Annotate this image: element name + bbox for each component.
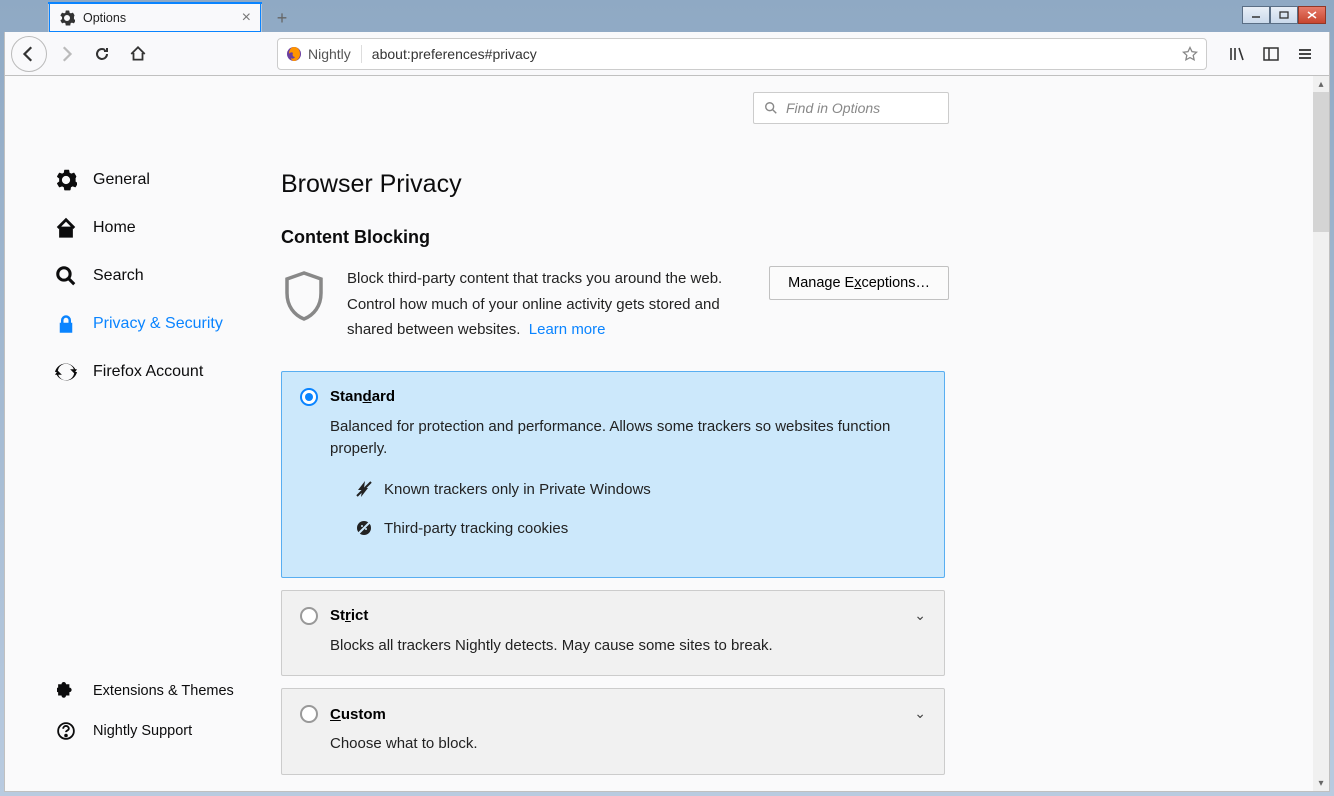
preferences-sidebar: General Home Search Privacy & Security F… [5,76,253,791]
option-strict[interactable]: ⌄ Strict Blocks all trackers Nightly det… [281,590,945,677]
option-subtitle: Blocks all trackers Nightly detects. May… [330,635,922,658]
option-subtitle: Balanced for protection and performance.… [330,416,922,461]
sidebar-item-label: Firefox Account [93,363,203,381]
page-title: Browser Privacy [281,170,1329,199]
help-icon [55,720,77,742]
separator [361,45,362,63]
library-icon[interactable] [1229,46,1245,62]
sidebar-item-general[interactable]: General [55,156,253,204]
search-options-input[interactable]: Find in Options [753,92,949,124]
scroll-down-arrow[interactable]: ▾ [1313,775,1329,791]
radio-standard[interactable] [300,388,318,406]
sidebar-item-label: Privacy & Security [93,315,223,333]
learn-more-link[interactable]: Learn more [529,321,606,338]
reload-button[interactable] [85,37,119,71]
search-icon [55,265,77,287]
sidebar-item-account[interactable]: Firefox Account [55,348,253,396]
sidebar-item-label: Home [93,219,136,237]
option-standard[interactable]: Standard Balanced for protection and per… [281,371,945,578]
identity-box[interactable]: Nightly [286,46,361,62]
sidebar-item-privacy[interactable]: Privacy & Security [55,300,253,348]
lock-icon [55,313,77,335]
option-title: Custom [330,706,386,723]
forward-button[interactable] [49,37,83,71]
cookie-icon [356,520,372,536]
sidebar-icon[interactable] [1263,46,1279,62]
content-area: General Home Search Privacy & Security F… [4,76,1330,792]
sidebar-item-support[interactable]: Nightly Support [55,711,253,751]
tab-strip: Options × + [0,0,1334,32]
chevron-down-icon[interactable]: ⌄ [914,607,926,624]
sidebar-item-label: Nightly Support [93,723,192,739]
close-icon[interactable]: × [242,9,251,27]
option-title: Strict [330,607,368,624]
sidebar-item-search[interactable]: Search [55,252,253,300]
section-heading: Content Blocking [281,227,1329,248]
sidebar-item-home[interactable]: Home [55,204,253,252]
scrollbar-thumb[interactable] [1313,92,1329,232]
sidebar-item-label: General [93,171,150,189]
bookmark-star-icon[interactable] [1182,46,1198,62]
shield-icon [281,270,327,322]
puzzle-icon [55,680,77,702]
gear-icon [59,10,75,26]
bullet-cookies: Third-party tracking cookies [356,520,922,537]
option-custom[interactable]: ⌄ Custom Choose what to block. [281,688,945,775]
option-subtitle: Choose what to block. [330,733,922,756]
search-placeholder: Find in Options [786,100,880,116]
radio-strict[interactable] [300,607,318,625]
sync-icon [55,361,77,383]
home-icon [55,217,77,239]
chevron-down-icon[interactable]: ⌄ [914,705,926,722]
firefox-icon [286,46,302,62]
url-text: about:preferences#privacy [372,46,537,62]
flash-icon [356,481,372,497]
scroll-up-arrow[interactable]: ▴ [1313,76,1329,92]
vertical-scrollbar[interactable]: ▴ ▾ [1313,76,1329,791]
gear-icon [55,169,77,191]
sidebar-item-extensions[interactable]: Extensions & Themes [55,671,253,711]
toolbar-right [1219,46,1323,62]
section-description: Block third-party content that tracks yo… [347,266,747,343]
sidebar-item-label: Extensions & Themes [93,683,234,699]
toolbar: Nightly about:preferences#privacy [4,32,1330,76]
tab-label: Options [83,11,126,25]
sidebar-item-label: Search [93,267,144,285]
new-tab-button[interactable]: + [268,4,296,32]
radio-custom[interactable] [300,705,318,723]
back-button[interactable] [11,36,47,72]
home-button[interactable] [121,37,155,71]
menu-icon[interactable] [1297,46,1313,62]
manage-exceptions-button[interactable]: Manage Exceptions… [769,266,949,300]
tab-options[interactable]: Options × [48,2,262,32]
url-bar[interactable]: Nightly about:preferences#privacy [277,38,1207,70]
brand-label: Nightly [308,46,351,62]
search-icon [764,101,778,115]
bullet-trackers: Known trackers only in Private Windows [356,481,922,498]
option-title: Standard [330,388,395,405]
main-content: Find in Options Browser Privacy Content … [253,76,1329,791]
